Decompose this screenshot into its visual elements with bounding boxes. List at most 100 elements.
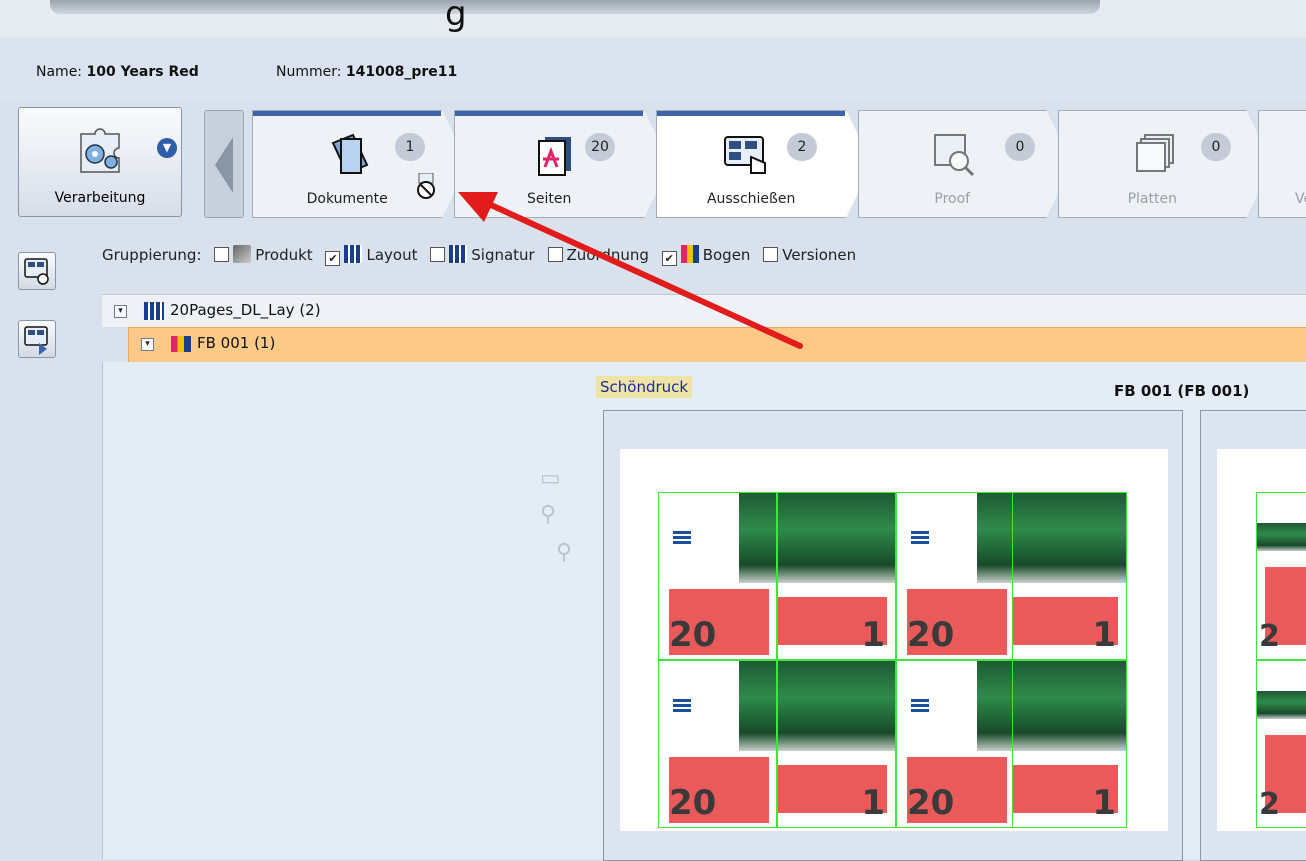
page-photo	[739, 661, 776, 751]
checkbox-layout[interactable]: ✔	[325, 251, 341, 266]
window-title-bar: g	[0, 0, 1306, 38]
tab-dokumente[interactable]: 1 Dokumente	[252, 110, 468, 218]
text-lines	[911, 531, 929, 534]
text-lines	[911, 709, 929, 712]
chevron-down-icon[interactable]: ▼	[157, 138, 177, 158]
page-cell-partial[interactable]: 2	[1256, 492, 1306, 660]
checkbox-signatur[interactable]	[430, 247, 446, 262]
page-number: 1	[861, 615, 885, 655]
page-cell[interactable]: 20	[658, 492, 777, 660]
page-number: 1	[1092, 783, 1116, 823]
job-name-label: Name:	[36, 64, 83, 80]
page-cell-partial[interactable]: 2	[1256, 660, 1306, 828]
documents-icon	[331, 133, 369, 175]
product-icon	[233, 245, 252, 263]
page-number: 20	[669, 615, 717, 655]
page-number: 20	[907, 783, 955, 823]
option-label: Signatur	[471, 246, 535, 264]
page-number: 2	[1259, 619, 1280, 654]
option-label: Layout	[366, 246, 418, 264]
option-label: Produkt	[255, 246, 313, 264]
page-photo	[1013, 661, 1126, 751]
search-icon[interactable]: ⚲	[556, 540, 572, 565]
tab-label: Seiten	[526, 191, 572, 207]
imposition-export-button[interactable]	[18, 320, 56, 358]
text-lines	[673, 699, 691, 702]
page-cell[interactable]: 20	[658, 660, 777, 828]
tree-row-sheet[interactable]: ▾ FB 001 (1)	[128, 327, 1306, 363]
checkbox-bogen[interactable]: ✔	[661, 251, 677, 266]
page-photo	[1013, 493, 1126, 583]
job-name: Name: 100 Years Red	[36, 64, 199, 80]
layout-icon	[344, 245, 363, 263]
imposition-export-icon	[24, 326, 48, 355]
tab-count: 0	[1201, 133, 1231, 161]
tab-platten[interactable]: 0 Platten	[1058, 110, 1272, 218]
text-lines	[911, 699, 929, 702]
blocked-icon	[417, 173, 435, 199]
proof-magnifier-icon	[934, 134, 975, 177]
scroll-left-button[interactable]	[204, 110, 244, 218]
page-cell[interactable]: 20	[896, 492, 1015, 660]
tab-count: 2	[787, 133, 817, 161]
plates-icon	[1136, 134, 1174, 172]
processing-button[interactable]: ▼ Verarbeitung	[18, 107, 182, 217]
page-cell[interactable]: 20	[896, 660, 1015, 828]
sheet-node-label: FB 001 (1)	[197, 334, 276, 352]
speech-bubble-icon[interactable]: ▭	[540, 466, 561, 491]
page-photo	[778, 661, 895, 751]
job-number: Nummer: 141008_pre11	[276, 64, 457, 80]
tab-label: Ve	[1295, 191, 1306, 207]
signature-icon	[449, 245, 468, 263]
tab-label: Ausschießen	[706, 191, 796, 207]
tab-proof[interactable]: 0 Proof	[858, 110, 1072, 218]
text-lines	[673, 709, 691, 712]
window-title-fragment: g	[445, 0, 467, 34]
tab-label: Proof	[934, 191, 971, 207]
option-label: Versionen	[782, 246, 857, 264]
text-lines	[673, 704, 691, 707]
text-lines	[911, 704, 929, 707]
page-number: 1	[1092, 615, 1116, 655]
page-photo	[977, 493, 1014, 583]
collapse-toggle[interactable]: ▾	[141, 338, 154, 351]
page-number: 1	[861, 783, 885, 823]
text-lines	[911, 536, 929, 539]
imposition-view-button[interactable]	[18, 252, 56, 290]
tab-partial[interactable]: Ve	[1258, 110, 1306, 218]
page-photo	[739, 493, 776, 583]
page-number: 2	[1259, 787, 1280, 822]
checkbox-zuordnung[interactable]	[547, 247, 563, 262]
page-cell[interactable]: 1	[777, 660, 896, 828]
tree-row-layout[interactable]: ▾ 20Pages_DL_Lay (2)	[102, 294, 1306, 327]
tab-ausschiessen[interactable]: 2 Ausschießen	[656, 110, 872, 218]
tab-count: 1	[395, 133, 425, 161]
puzzle-gear-icon	[80, 128, 120, 173]
page-cell[interactable]: 1	[777, 492, 896, 660]
checkbox-versionen[interactable]	[763, 247, 779, 262]
tab-accent-line	[455, 111, 644, 116]
job-name-value: 100 Years Red	[86, 64, 199, 80]
processing-label: Verarbeitung	[54, 190, 146, 206]
tab-accent-line	[657, 111, 846, 116]
layout-node-label: 20Pages_DL_Lay (2)	[170, 301, 321, 319]
option-label: Zuordnung	[566, 246, 649, 264]
job-info-bar: Name: 100 Years Red Nummer: 141008_pre11	[0, 38, 1306, 100]
job-number-value: 141008_pre11	[345, 64, 458, 80]
page-photo	[1257, 691, 1306, 719]
front-side-label: Schöndruck	[596, 376, 693, 398]
text-lines	[673, 531, 691, 534]
collapse-toggle[interactable]: ▾	[114, 305, 127, 318]
grouping-bar: Gruppierung: Produkt ✔ Layout Signatur Zu…	[102, 245, 856, 266]
tab-label: Platten	[1127, 191, 1177, 207]
page-cell[interactable]: 1	[1012, 660, 1127, 828]
tab-seiten[interactable]: 20 Seiten	[454, 110, 670, 218]
page-cell[interactable]: 1	[1012, 492, 1127, 660]
sheet-title: FB 001 (FB 001)	[1114, 382, 1250, 400]
tab-accent-line	[253, 111, 442, 116]
pdf-pages-icon	[538, 137, 571, 176]
user-icon[interactable]: ⚲	[540, 502, 556, 527]
tab-count: 20	[585, 133, 615, 161]
checkbox-produkt[interactable]	[214, 247, 230, 262]
page-photo	[977, 661, 1014, 751]
